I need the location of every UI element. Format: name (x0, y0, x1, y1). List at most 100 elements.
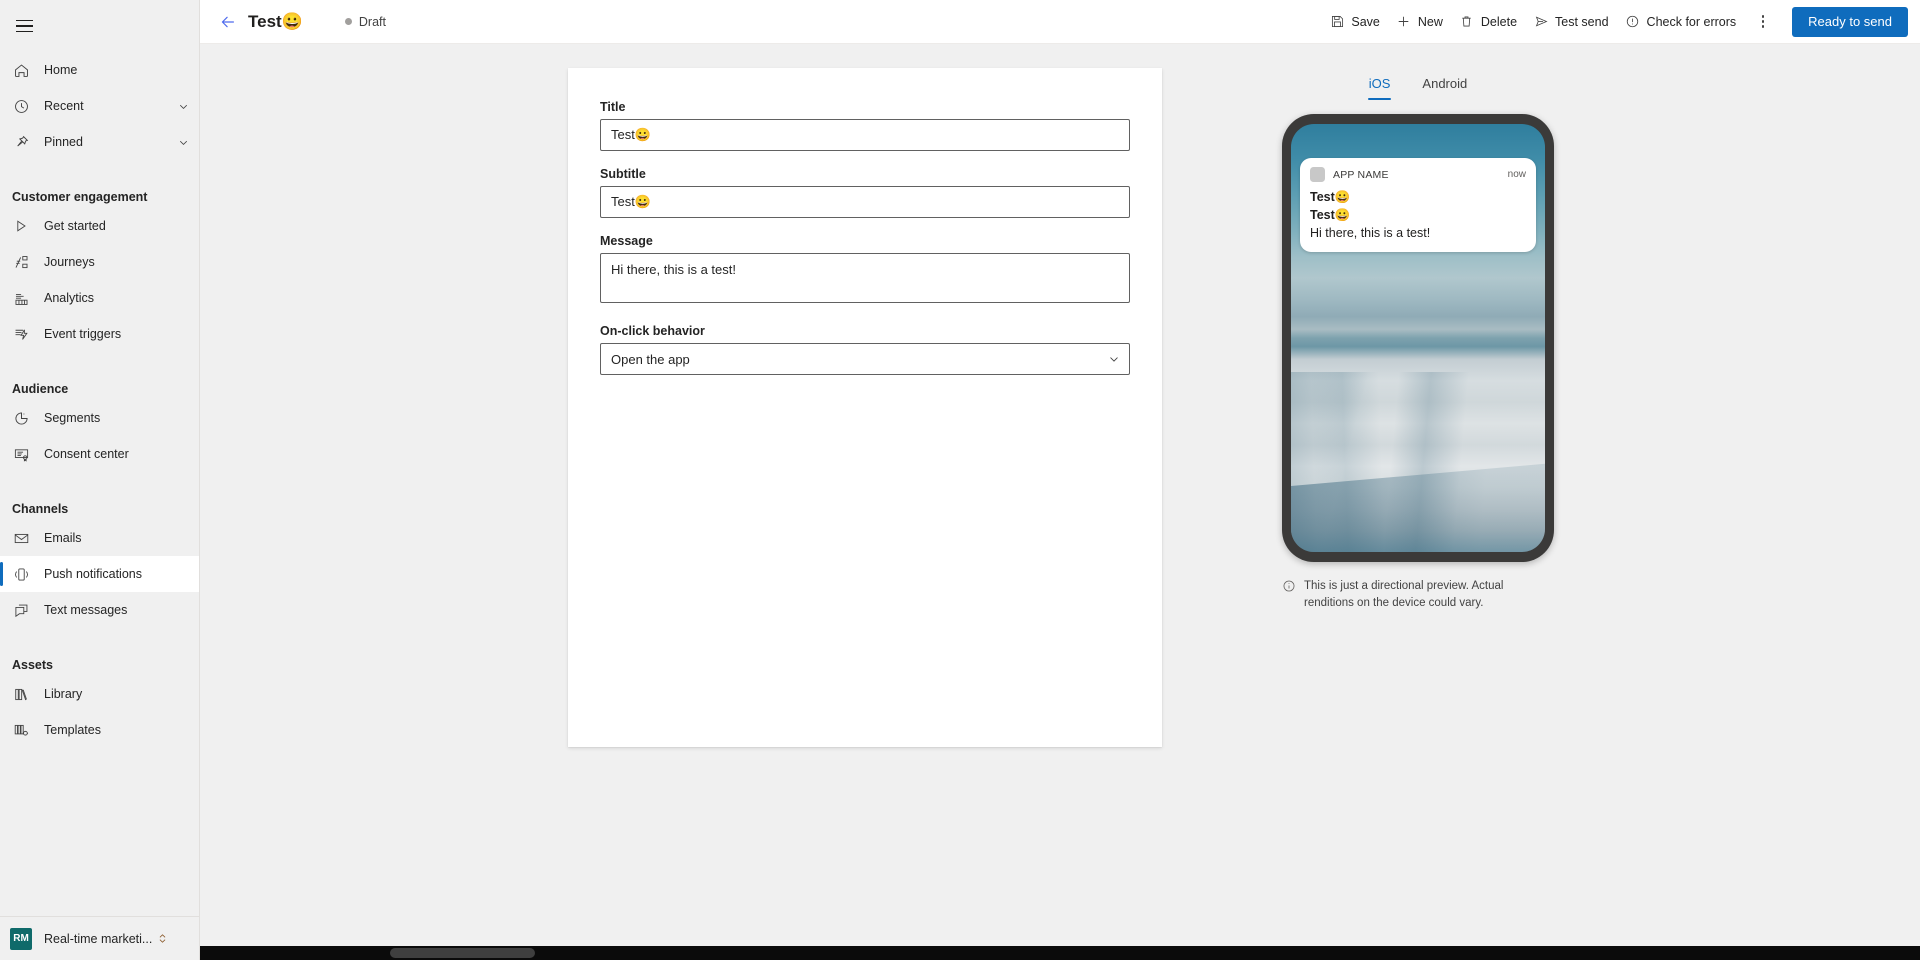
sidebar-item-home[interactable]: Home (0, 52, 199, 88)
delete-label: Delete (1480, 14, 1518, 29)
delete-button[interactable]: Delete (1451, 6, 1525, 38)
horizontal-scrollbar-thumb[interactable] (390, 948, 535, 958)
app-switcher-chevron-icon[interactable] (156, 932, 169, 945)
sidebar-group-title: Assets (12, 658, 53, 672)
sidebar-item-label: Templates (44, 723, 101, 737)
main-region: Test😀 Draft Save New Delete Test send Ch… (200, 0, 1920, 960)
sidebar-item-label: Text messages (44, 603, 128, 617)
onclick-select[interactable]: Open the app (600, 343, 1130, 375)
sidebar-item-get-started[interactable]: Get started (0, 208, 199, 244)
sidebar-item-consent-center[interactable]: Consent center (0, 436, 199, 472)
sidebar-item-label: Library (44, 687, 83, 701)
onclick-field-label: On-click behavior (600, 324, 705, 338)
sidebar-item-label: Consent center (44, 447, 129, 461)
home-icon (10, 59, 32, 81)
test-send-label: Test send (1555, 14, 1609, 29)
sidebar-item-recent[interactable]: Recent (0, 88, 199, 124)
consent-icon (10, 443, 32, 465)
field-onclick-behavior: On-click behavior Open the app (600, 324, 1130, 375)
phone-mockup: APP NAME now Test😀 Test😀 Hi there, this … (1282, 114, 1554, 562)
editor-card: Title Subtitle Message Hi there, this is… (568, 68, 1162, 747)
tab-android[interactable]: Android (1410, 68, 1479, 100)
hamburger-menu-icon[interactable] (0, 4, 48, 48)
app-icon-placeholder (1310, 167, 1325, 182)
notification-time: now (1507, 169, 1526, 180)
message-field-label: Message (600, 234, 653, 248)
sidebar-item-event-triggers[interactable]: Event triggers (0, 316, 199, 352)
ellipsis-icon (1761, 15, 1765, 28)
subtitle-field-label: Subtitle (600, 167, 646, 181)
onclick-select-wrapper: Open the app (600, 343, 1130, 375)
status-label: Draft (358, 14, 386, 29)
field-subtitle: Subtitle (600, 167, 1130, 218)
sidebar-item-pinned[interactable]: Pinned (0, 124, 199, 160)
notification-header: APP NAME now (1310, 167, 1526, 182)
library-icon (10, 683, 32, 705)
push-notification-form: Title Subtitle Message Hi there, this is… (568, 68, 1162, 375)
disclaimer-text: This is just a directional preview. Actu… (1304, 580, 1504, 609)
templates-icon (10, 719, 32, 741)
preview-tabs: iOS Android (1208, 68, 1628, 100)
command-bar: Test😀 Draft Save New Delete Test send Ch… (200, 0, 1920, 44)
analytics-icon (10, 287, 32, 309)
app-switcher[interactable]: RM Real-time marketi... (0, 916, 199, 960)
sidebar-item-label: Emails (44, 531, 82, 545)
sidebar-item-label: Journeys (44, 255, 95, 269)
chat-icon (10, 599, 32, 621)
preview-panel: iOS Android APP NAME now Test😀 Test😀 Hi … (1208, 68, 1628, 611)
left-sidebar: Home Recent Pinned Customer engagement G… (0, 0, 200, 960)
check-for-errors-button[interactable]: Check for errors (1617, 6, 1745, 38)
more-commands-icon[interactable] (1748, 6, 1778, 38)
phone-screen-wallpaper: APP NAME now Test😀 Test😀 Hi there, this … (1291, 124, 1545, 552)
sidebar-group-title: Audience (12, 382, 69, 396)
status-badge: Draft (344, 14, 386, 29)
chevron-down-icon[interactable] (175, 134, 191, 150)
phone-mockup-wrapper: APP NAME now Test😀 Test😀 Hi there, this … (1208, 114, 1628, 562)
sidebar-item-label: Push notifications (44, 567, 142, 581)
sidebar-item-templates[interactable]: Templates (0, 712, 199, 748)
sidebar-group-title: Channels (12, 502, 69, 516)
notification-title: Test😀 (1310, 190, 1351, 204)
field-message: Message Hi there, this is a test! (600, 234, 1130, 308)
new-button[interactable]: New (1388, 6, 1451, 38)
app-badge: RM (10, 927, 32, 950)
sidebar-item-journeys[interactable]: Journeys (0, 244, 199, 280)
save-button[interactable]: Save (1321, 6, 1388, 38)
sidebar-item-label: Pinned (44, 135, 83, 149)
send-icon (1533, 14, 1549, 30)
trash-icon (1459, 14, 1475, 30)
sidebar-item-label: Analytics (44, 291, 95, 305)
back-arrow-icon[interactable] (214, 8, 242, 36)
sidebar-item-library[interactable]: Library (0, 676, 199, 712)
preview-disclaimer: This is just a directional preview. Actu… (1282, 578, 1554, 611)
notification-preview-card: APP NAME now Test😀 Test😀 Hi there, this … (1300, 158, 1536, 253)
pin-icon (10, 131, 32, 153)
page-title: Test😀 (248, 11, 303, 31)
title-input[interactable] (600, 119, 1130, 151)
tab-ios[interactable]: iOS (1357, 68, 1403, 100)
error-circle-icon (1625, 14, 1641, 30)
test-send-button[interactable]: Test send (1525, 6, 1617, 38)
message-textarea[interactable]: Hi there, this is a test! (600, 253, 1130, 303)
sidebar-item-segments[interactable]: Segments (0, 400, 199, 436)
journeys-icon (10, 251, 32, 273)
horizontal-scrollbar[interactable] (200, 946, 1920, 960)
sidebar-nav-list: Home Recent Pinned Customer engagement G… (0, 48, 199, 916)
sidebar-item-label: Home (44, 63, 78, 77)
ready-to-send-button[interactable]: Ready to send (1792, 6, 1908, 37)
sidebar-item-label: Event triggers (44, 327, 122, 341)
sidebar-item-emails[interactable]: Emails (0, 520, 199, 556)
plus-icon (1396, 14, 1412, 30)
app-root: Home Recent Pinned Customer engagement G… (0, 0, 1920, 960)
mail-icon (10, 527, 32, 549)
chevron-down-icon[interactable] (175, 98, 191, 114)
sidebar-item-push-notifications[interactable]: Push notifications (0, 556, 199, 592)
onclick-selected-value: Open the app (611, 351, 690, 367)
subtitle-input[interactable] (600, 186, 1130, 218)
event-triggers-icon (10, 323, 32, 345)
sidebar-group-title: Customer engagement (12, 190, 148, 204)
status-dot-icon (344, 18, 352, 25)
field-title: Title (600, 100, 1130, 151)
sidebar-item-text-messages[interactable]: Text messages (0, 592, 199, 628)
sidebar-item-analytics[interactable]: Analytics (0, 280, 199, 316)
